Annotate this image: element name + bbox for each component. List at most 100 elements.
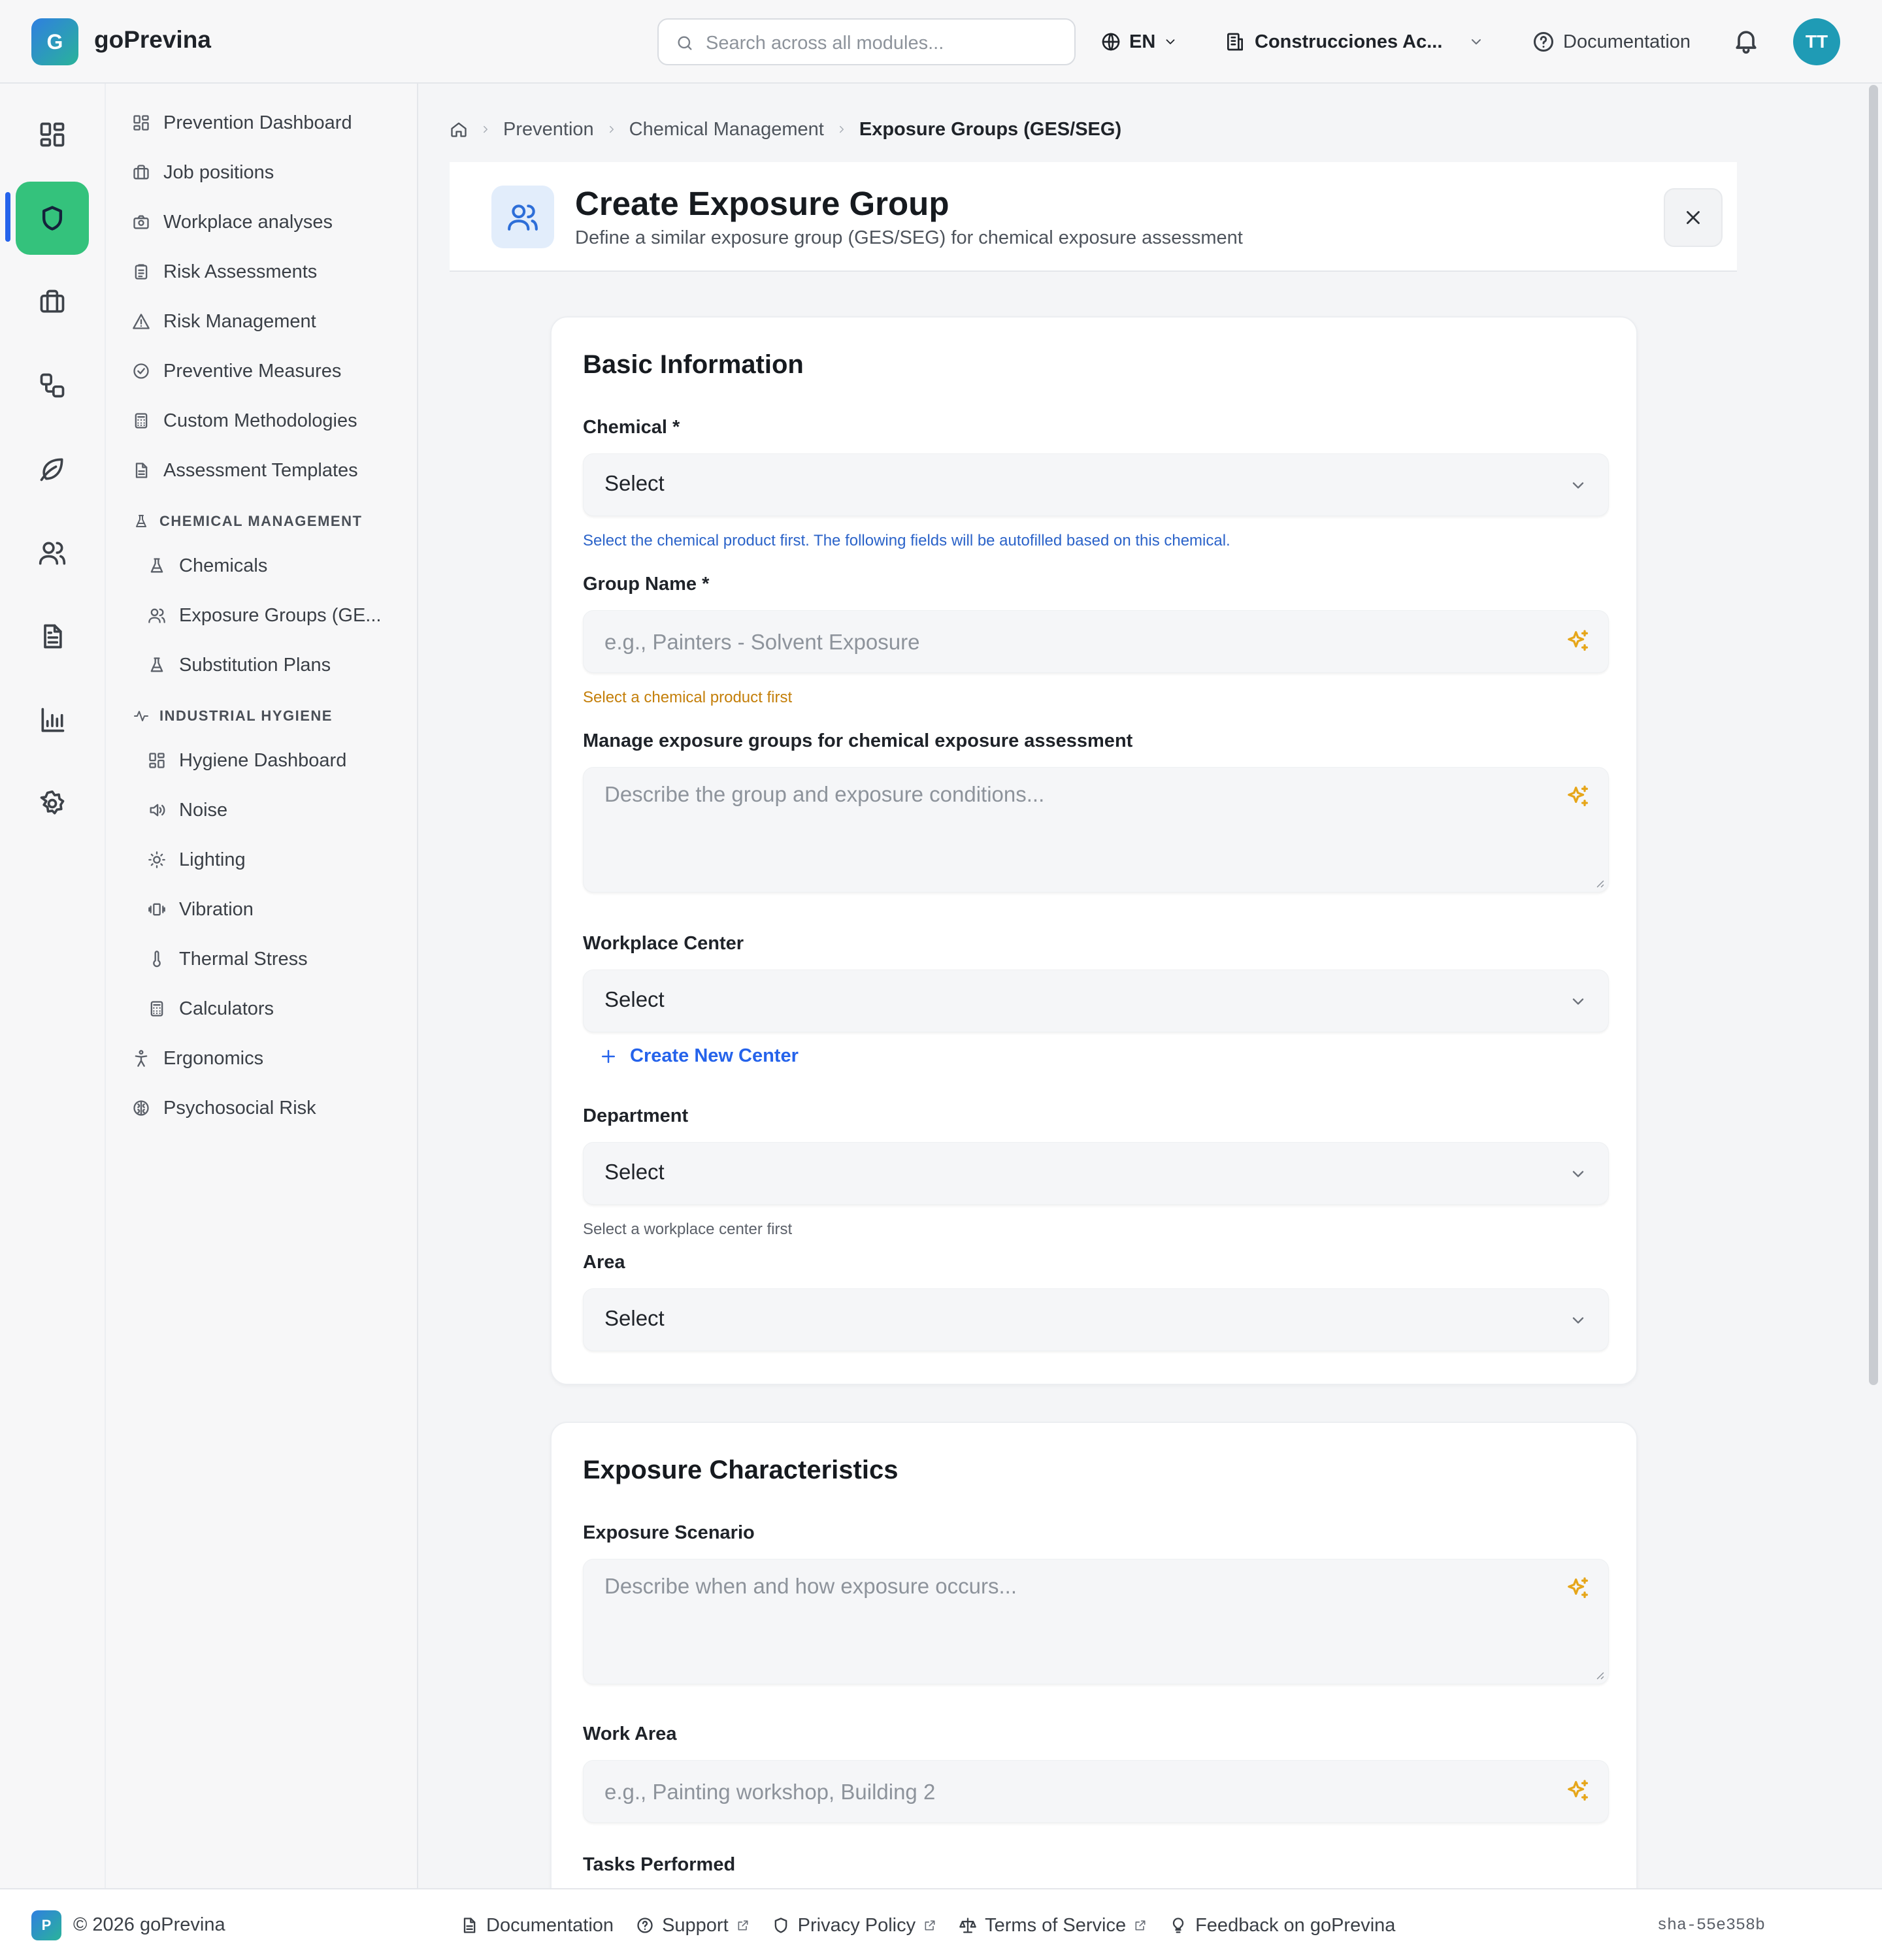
user-avatar[interactable]: TT (1793, 18, 1840, 65)
department-value: Select (604, 1160, 665, 1184)
nav-prevention-dashboard[interactable]: Prevention Dashboard (131, 103, 352, 142)
group-name-field[interactable] (583, 610, 1609, 673)
nav-label: Risk Assessments (163, 261, 318, 282)
chevron-down-icon (1569, 1311, 1587, 1330)
nav-vibration[interactable]: Vibration (146, 890, 254, 929)
nav-workplace-analyses[interactable]: Workplace analyses (131, 203, 333, 242)
bell-icon[interactable] (1732, 26, 1760, 55)
breadcrumb-chemical-management[interactable]: Chemical Management (629, 119, 824, 140)
app-name[interactable]: goPrevina (94, 26, 211, 54)
nav-psychosocial-risk[interactable]: Psychosocial Risk (131, 1088, 316, 1128)
bar-chart-icon[interactable] (16, 683, 89, 757)
scrollbar-thumb[interactable] (1869, 85, 1878, 1385)
description-field[interactable] (583, 767, 1609, 892)
version-hash: sha-55e358b (1657, 1916, 1766, 1935)
footer-terms-link[interactable]: Terms of Service (959, 1915, 1147, 1936)
description-textarea[interactable] (604, 782, 1545, 880)
nav-chemicals[interactable]: Chemicals (146, 546, 267, 585)
shapes-icon[interactable] (16, 349, 89, 422)
nav-risk-management[interactable]: Risk Management (131, 302, 316, 341)
work-area-field[interactable] (583, 1760, 1609, 1823)
nav-label: Chemicals (179, 555, 268, 576)
gear-icon[interactable] (16, 767, 89, 840)
speaker-icon (146, 800, 167, 821)
ai-sparkle-icon[interactable] (1565, 628, 1591, 654)
document-icon[interactable] (16, 600, 89, 673)
nav-hygiene-dashboard[interactable]: Hygiene Dashboard (146, 741, 346, 780)
nav-ergonomics[interactable]: Ergonomics (131, 1039, 263, 1078)
main-content: Prevention Chemical Management Exposure … (418, 84, 1866, 1888)
briefcase-icon[interactable] (16, 265, 89, 338)
global-search[interactable] (657, 18, 1076, 65)
ai-sparkle-icon[interactable] (1565, 1778, 1591, 1804)
footer-feedback-link[interactable]: Feedback on goPrevina (1169, 1915, 1395, 1936)
app-logo[interactable]: G (31, 18, 78, 65)
chevron-right-icon (606, 123, 618, 135)
help-icon (636, 1916, 654, 1935)
leaf-icon[interactable] (16, 433, 89, 506)
section-title: Basic Information (583, 350, 804, 379)
exposure-scenario-field[interactable] (583, 1559, 1609, 1684)
nav-job-positions[interactable]: Job positions (131, 153, 274, 192)
nav-custom-methodologies[interactable]: Custom Methodologies (131, 401, 357, 440)
footer-documentation-link[interactable]: Documentation (460, 1915, 614, 1936)
workplace-center-select[interactable]: Select (583, 970, 1609, 1032)
company-selector[interactable]: Construcciones Ac... (1225, 24, 1484, 60)
camera-icon (131, 212, 152, 233)
ai-sparkle-icon[interactable] (1565, 1575, 1591, 1601)
nav-label: Custom Methodologies (163, 410, 357, 431)
nav-label: Exposure Groups (GE... (179, 604, 382, 626)
flask-icon (146, 655, 167, 676)
chevron-down-icon (1569, 1165, 1587, 1183)
ai-sparkle-icon[interactable] (1565, 783, 1591, 809)
active-indicator (5, 192, 10, 242)
area-select[interactable]: Select (583, 1288, 1609, 1351)
footer-support-link[interactable]: Support (636, 1915, 750, 1936)
create-new-center-button[interactable]: Create New Center (599, 1045, 799, 1067)
nav-exposure-groups[interactable]: Exposure Groups (GE... (146, 596, 381, 635)
nav-substitution-plans[interactable]: Substitution Plans (146, 645, 331, 685)
chemical-select[interactable]: Select (583, 453, 1609, 516)
shield-icon[interactable] (16, 182, 89, 255)
users-icon[interactable] (16, 516, 89, 589)
nav-assessment-templates[interactable]: Assessment Templates (131, 451, 358, 490)
footer-logo: P (31, 1910, 61, 1940)
breadcrumb-prevention[interactable]: Prevention (503, 119, 594, 140)
nav-label: Lighting (179, 849, 246, 870)
language-selector[interactable]: EN (1100, 24, 1178, 60)
exposure-scenario-label: Exposure Scenario (583, 1522, 755, 1543)
nav-label: Job positions (163, 161, 274, 183)
footer-links: Documentation Support Privacy Policy Ter… (460, 1909, 1395, 1942)
file-icon (460, 1916, 478, 1935)
documentation-link[interactable]: Documentation (1532, 24, 1691, 60)
section-sidebar: Prevention Dashboard Job positions Workp… (106, 84, 418, 1888)
nav-preventive-measures[interactable]: Preventive Measures (131, 351, 341, 391)
close-button[interactable] (1664, 188, 1723, 247)
nav-thermal-stress[interactable]: Thermal Stress (146, 939, 308, 979)
footer-privacy-link[interactable]: Privacy Policy (772, 1915, 937, 1936)
flask-icon (146, 555, 167, 576)
home-icon[interactable] (450, 120, 468, 139)
area-label: Area (583, 1252, 625, 1273)
resize-handle-icon[interactable] (1593, 876, 1604, 888)
dashboard-icon[interactable] (16, 98, 89, 171)
vibration-icon (146, 899, 167, 920)
workplace-center-label: Workplace Center (583, 933, 744, 954)
nav-lighting[interactable]: Lighting (146, 840, 246, 879)
nav-risk-assessments[interactable]: Risk Assessments (131, 252, 317, 291)
thermometer-icon (146, 949, 167, 970)
breadcrumb-current: Exposure Groups (GES/SEG) (859, 118, 1122, 140)
nav-calculators[interactable]: Calculators (146, 989, 274, 1028)
department-select[interactable]: Select (583, 1142, 1609, 1205)
exposure-scenario-textarea[interactable] (604, 1574, 1545, 1672)
section-chemical-management: CHEMICAL MANAGEMENT (132, 512, 362, 531)
work-area-input[interactable] (604, 1774, 1545, 1810)
search-input[interactable] (706, 29, 1065, 57)
chevron-right-icon (836, 123, 848, 135)
nav-label: Calculators (179, 998, 274, 1019)
chevron-down-icon (1163, 35, 1178, 49)
nav-label: Preventive Measures (163, 360, 342, 382)
group-name-input[interactable] (604, 624, 1545, 661)
nav-noise[interactable]: Noise (146, 791, 227, 830)
resize-handle-icon[interactable] (1593, 1668, 1604, 1680)
